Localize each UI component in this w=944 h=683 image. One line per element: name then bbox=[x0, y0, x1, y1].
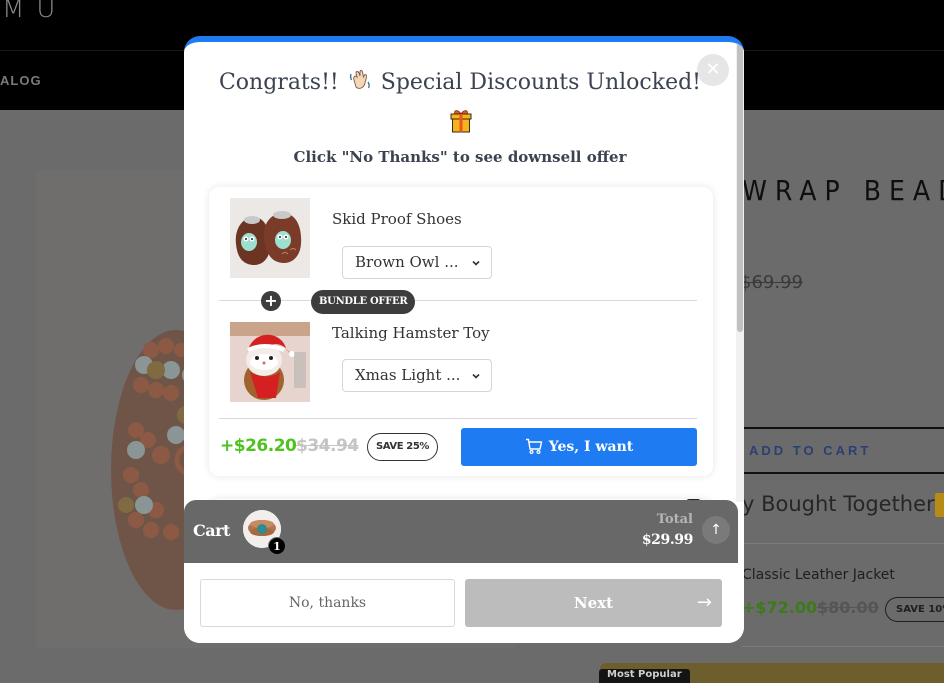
save-badge: SAVE 25% bbox=[367, 433, 438, 461]
product-old-price: $69.99 bbox=[740, 272, 803, 293]
accept-offer-label: Yes, I want bbox=[548, 439, 634, 455]
gift-icon bbox=[450, 110, 472, 133]
fbt-save-badge: SAVE 10% bbox=[885, 597, 944, 622]
cart-label: Cart bbox=[193, 521, 230, 540]
cart-summary-bar[interactable]: Cart 1 Total $29.99 ↑ bbox=[184, 500, 738, 563]
cart-item-count-badge: 1 bbox=[268, 537, 286, 555]
product-name: Talking Hamster Toy bbox=[332, 324, 490, 342]
accept-offer-button[interactable]: Yes, I want bbox=[461, 428, 697, 466]
arrow-right-icon: → bbox=[696, 592, 712, 613]
price-divider bbox=[219, 418, 697, 419]
upsell-modal: ✕ Congrats!! Special Discounts Unlocked!… bbox=[184, 36, 744, 643]
title-part-1: Congrats!! bbox=[218, 70, 339, 95]
modal-subtitle: Click "No Thanks" to see downsell offer bbox=[293, 148, 627, 166]
cart-icon bbox=[525, 438, 542, 454]
arrow-up-icon: ↑ bbox=[710, 522, 722, 538]
next-button[interactable]: Next → bbox=[465, 579, 722, 627]
bundle-divider bbox=[219, 300, 697, 301]
variant-select[interactable]: Brown Owl ... bbox=[342, 246, 492, 279]
modal-scroll-area: ✕ Congrats!! Special Discounts Unlocked!… bbox=[184, 42, 736, 502]
modal-footer: No, thanks Next → bbox=[184, 563, 744, 643]
variant-selected-value: Brown Owl ... bbox=[355, 253, 459, 271]
offer-product: Talking Hamster Toy Xmas Light ... bbox=[230, 322, 700, 402]
nav-item-catalog[interactable]: ALOG bbox=[0, 73, 42, 88]
product-image-talking-hamster-toy bbox=[230, 322, 310, 402]
product-title: WRAP BEADED bbox=[742, 174, 944, 207]
offer-old-price: $34.94 bbox=[296, 436, 359, 456]
store-logo: MU bbox=[2, 0, 68, 24]
cart-total-label: Total bbox=[656, 512, 693, 527]
offer-price: +$26.20 bbox=[220, 436, 297, 456]
fbt-title: y Bought Together bbox=[742, 492, 935, 516]
fbt-item-price: +$72.00 bbox=[742, 598, 818, 617]
no-thanks-button[interactable]: No, thanks bbox=[200, 579, 455, 627]
modal-scrollbar[interactable] bbox=[736, 42, 744, 502]
chevron-down-icon bbox=[472, 373, 480, 379]
next-label: Next bbox=[573, 594, 614, 612]
gift-icon bbox=[935, 493, 944, 517]
chevron-down-icon bbox=[472, 260, 480, 266]
fbt-item-name: Classic Leather Jacket bbox=[742, 567, 895, 583]
add-to-cart-label: ADD TO CART bbox=[749, 443, 872, 458]
fbt-divider bbox=[742, 646, 944, 647]
cart-total-value: $29.99 bbox=[641, 532, 694, 548]
plus-icon: + bbox=[261, 291, 281, 311]
modal-title: Congrats!! Special Discounts Unlocked! bbox=[184, 68, 736, 95]
offer-product: Skid Proof Shoes Brown Owl ... bbox=[230, 198, 700, 279]
expand-cart-button[interactable]: ↑ bbox=[702, 516, 730, 544]
product-name: Skid Proof Shoes bbox=[332, 210, 462, 228]
title-part-2: Special Discounts Unlocked! bbox=[380, 70, 702, 95]
fbt-item-old-price: $80.00 bbox=[817, 598, 879, 617]
product-image-skid-proof-shoes bbox=[230, 198, 310, 278]
variant-selected-value: Xmas Light ... bbox=[355, 366, 461, 384]
variant-select[interactable]: Xmas Light ... bbox=[342, 359, 492, 392]
fbt-divider bbox=[742, 543, 944, 544]
bundle-offer-card: Skid Proof Shoes Brown Owl ... + BUNDLE … bbox=[209, 187, 713, 476]
waving-hand-icon bbox=[349, 70, 370, 89]
scrollbar-thumb[interactable] bbox=[737, 42, 743, 332]
most-popular-tag: Most Popular bbox=[599, 669, 690, 683]
bundle-offer-badge: BUNDLE OFFER bbox=[311, 290, 416, 314]
add-to-cart-button[interactable]: ADD TO CART bbox=[742, 427, 944, 474]
